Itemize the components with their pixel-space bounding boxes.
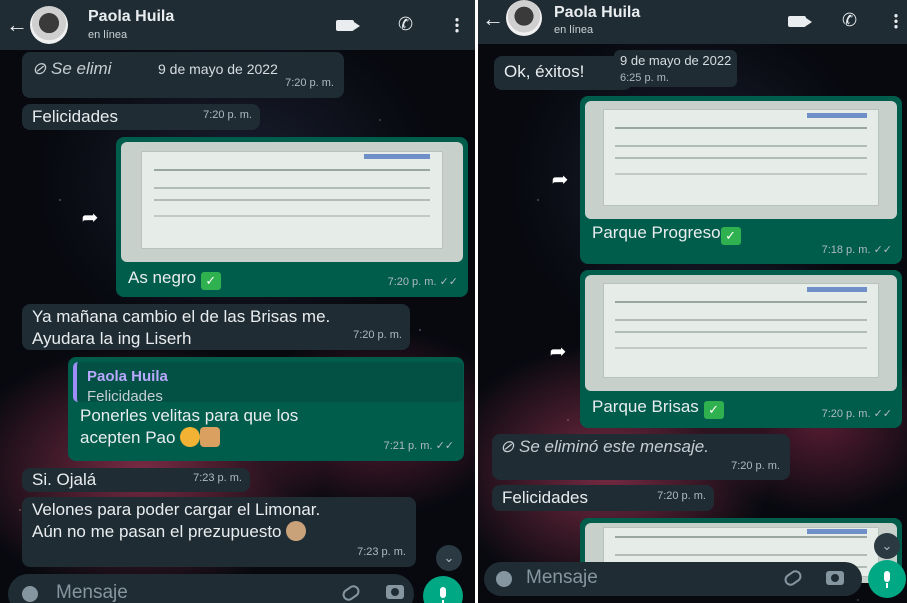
scroll-down-icon[interactable]: ⌄ bbox=[436, 545, 462, 571]
message-felicidades[interactable]: Felicidades 7:20 p. m. bbox=[22, 104, 260, 130]
message-text: Si. Ojalá bbox=[32, 470, 97, 489]
video-call-icon[interactable] bbox=[336, 20, 360, 31]
forward-icon[interactable]: ➦ bbox=[546, 166, 574, 194]
message-photo-progreso[interactable]: Parque Progreso ✓ 7:18 p. m. ✓✓ bbox=[580, 96, 902, 264]
camera-icon[interactable] bbox=[826, 571, 844, 585]
message-brisas[interactable]: Ya mañana cambio el de las Brisas me. Ay… bbox=[22, 304, 410, 350]
message-time: 7:21 p. m. ✓✓ bbox=[383, 440, 454, 452]
check-mark-icon: ✓ bbox=[200, 272, 221, 290]
menu-icon[interactable] bbox=[455, 17, 459, 33]
camera-icon[interactable] bbox=[386, 585, 404, 599]
chat-screenshot-left: ← Paola Huila en línea ✆ ⊘ Se elimi 7:20… bbox=[0, 0, 475, 603]
quote-author: Paola Huila bbox=[87, 368, 168, 385]
message-velones[interactable]: Velones para poder cargar el Limonar. Aú… bbox=[22, 497, 416, 567]
chat-screenshot-right: ← Paola Huila en línea ✆ Ok, éxitos! 9 d… bbox=[478, 0, 907, 603]
message-input-placeholder[interactable]: Mensaje bbox=[56, 582, 128, 603]
emoji-icon[interactable] bbox=[22, 586, 38, 602]
message-input-bar[interactable]: Mensaje bbox=[484, 562, 862, 596]
smiling-hearts-emoji-icon bbox=[180, 427, 201, 447]
message-time: 7:20 p. m. ✓✓ bbox=[387, 276, 458, 288]
thumbs-up-emoji-icon bbox=[200, 427, 221, 447]
person-emoji-icon bbox=[286, 521, 307, 541]
message-time: 7:23 p. m. bbox=[193, 472, 242, 484]
message-text: As negro bbox=[128, 268, 197, 287]
contact-name[interactable]: Paola Huila bbox=[554, 4, 640, 22]
avatar[interactable] bbox=[506, 0, 542, 36]
message-text: Felicidades bbox=[502, 488, 588, 507]
message-photo-as-negro[interactable]: As negro ✓ 7:20 p. m. ✓✓ bbox=[116, 137, 468, 297]
chat-header: ← Paola Huila en línea ✆ bbox=[478, 0, 907, 44]
message-text: Velones para poder cargar el Limonar. Aú… bbox=[32, 500, 321, 541]
contact-name[interactable]: Paola Huila bbox=[88, 8, 174, 26]
message-text: Ok, éxitos! bbox=[504, 62, 585, 81]
phone-call-icon[interactable]: ✆ bbox=[842, 10, 857, 31]
forward-icon[interactable]: ➦ bbox=[544, 338, 572, 366]
message-text: Felicidades bbox=[32, 107, 118, 126]
microphone-button[interactable] bbox=[868, 560, 906, 598]
back-arrow-icon[interactable]: ← bbox=[482, 6, 504, 32]
message-time: 7:20 p. m. bbox=[657, 490, 706, 502]
message-text: Ya mañana cambio el de las Brisas me. Ay… bbox=[32, 307, 331, 348]
document-photo[interactable] bbox=[585, 101, 897, 219]
message-deleted[interactable]: ⊘ Se eliminó este mensaje. 7:20 p. m. bbox=[492, 434, 790, 480]
message-input-placeholder[interactable]: Mensaje bbox=[526, 567, 598, 589]
message-ojala[interactable]: Si. Ojalá 7:23 p. m. bbox=[22, 468, 250, 492]
contact-status: en línea bbox=[88, 29, 128, 41]
message-text: Parque Brisas bbox=[592, 397, 699, 416]
message-time: 7:20 p. m. bbox=[285, 77, 334, 89]
video-call-icon[interactable] bbox=[788, 16, 812, 27]
message-time: 7:18 p. m. ✓✓ bbox=[821, 244, 892, 256]
avatar[interactable] bbox=[30, 6, 68, 44]
message-time: 7:20 p. m. ✓✓ bbox=[821, 408, 892, 420]
menu-icon[interactable] bbox=[894, 13, 898, 29]
check-mark-icon: ✓ bbox=[720, 227, 741, 245]
chat-header: ← Paola Huila en línea ✆ bbox=[0, 0, 475, 50]
message-time: 6:25 p. m. bbox=[620, 72, 669, 84]
message-time: 7:20 p. m. bbox=[203, 109, 252, 121]
document-photo[interactable] bbox=[121, 142, 463, 262]
check-mark-icon: ✓ bbox=[703, 401, 724, 419]
attach-icon[interactable] bbox=[340, 582, 362, 603]
scroll-down-icon[interactable]: ⌄ bbox=[874, 533, 900, 559]
date-chip: 9 de mayo de 2022 bbox=[150, 58, 286, 80]
message-text: Parque Progreso bbox=[592, 223, 721, 242]
message-time: 7:23 p. m. bbox=[357, 546, 406, 558]
message-photo-brisas[interactable]: Parque Brisas ✓ 7:20 p. m. ✓✓ bbox=[580, 270, 902, 428]
message-time: 7:20 p. m. bbox=[353, 329, 402, 341]
message-time: 7:20 p. m. bbox=[731, 460, 780, 472]
message-felicidades[interactable]: Felicidades 7:20 p. m. bbox=[492, 485, 714, 511]
message-text: Se eliminó este mensaje. bbox=[518, 437, 709, 456]
attach-icon[interactable] bbox=[782, 567, 804, 589]
message-input-bar[interactable]: Mensaje bbox=[8, 574, 414, 603]
deleted-icon: ⊘ bbox=[32, 59, 47, 78]
phone-call-icon[interactable]: ✆ bbox=[398, 14, 413, 35]
emoji-icon[interactable] bbox=[496, 571, 512, 587]
message-exitos[interactable]: Ok, éxitos! bbox=[494, 56, 632, 90]
document-photo[interactable] bbox=[585, 275, 897, 391]
back-arrow-icon[interactable]: ← bbox=[6, 12, 28, 38]
contact-status: en línea bbox=[554, 24, 594, 36]
message-reply-velitas[interactable]: Paola Huila Felicidades Ponerles velitas… bbox=[68, 357, 464, 461]
message-text: Se elimi bbox=[50, 59, 112, 78]
deleted-icon: ⊘ bbox=[500, 437, 515, 456]
quoted-message[interactable]: Paola Huila Felicidades bbox=[73, 362, 463, 405]
forward-icon[interactable]: ➦ bbox=[76, 204, 104, 232]
